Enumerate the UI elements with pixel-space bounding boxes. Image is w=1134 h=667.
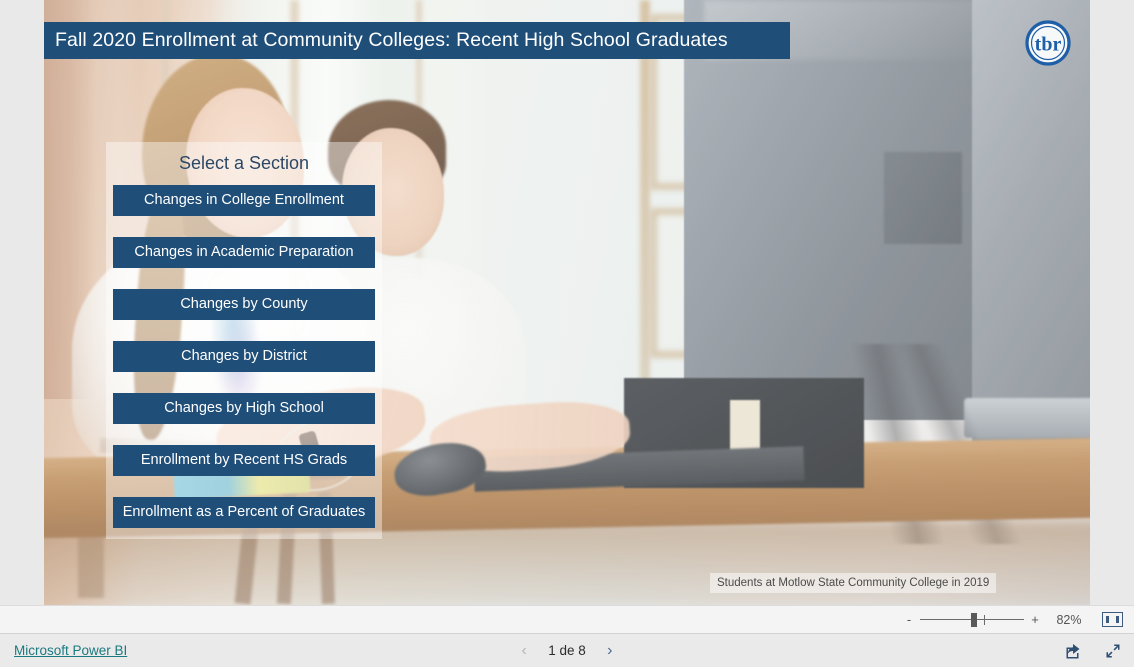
report-canvas: Fall 2020 Enrollment at Community Colleg… xyxy=(44,0,1090,605)
section-button-changes-by-district[interactable]: Changes by District xyxy=(113,341,375,372)
section-selector-panel: Select a Section Changes in College Enro… xyxy=(106,142,382,539)
section-button-changes-by-county[interactable]: Changes by County xyxy=(113,289,375,320)
zoom-out-button[interactable]: - xyxy=(902,612,916,627)
photo-caption: Students at Motlow State Community Colle… xyxy=(710,573,997,593)
power-bi-report-viewer: Fall 2020 Enrollment at Community Colleg… xyxy=(0,0,1134,667)
svg-text:tbr: tbr xyxy=(1035,34,1062,56)
tbr-logo: tbr xyxy=(1025,20,1071,66)
page-title: Fall 2020 Enrollment at Community Colleg… xyxy=(55,29,728,51)
section-button-enrollment-by-recent-hs-grads[interactable]: Enrollment by Recent HS Grads xyxy=(113,445,375,476)
chevron-left-icon[interactable]: ‹ xyxy=(516,642,532,660)
zoom-toolbar: - + 82% xyxy=(0,605,1134,633)
share-icon[interactable] xyxy=(1064,642,1082,660)
fit-to-page-icon[interactable] xyxy=(1102,612,1123,627)
zoom-slider-thumb[interactable] xyxy=(971,612,977,627)
section-menu-list: Changes in College Enrollment Changes in… xyxy=(113,185,375,528)
report-title-banner: Fall 2020 Enrollment at Community Colleg… xyxy=(44,22,790,59)
page-navigator: ‹ 1 de 8 › xyxy=(0,642,1134,660)
zoom-level-value: 82% xyxy=(1056,612,1082,627)
report-footer: Microsoft Power BI ‹ 1 de 8 › xyxy=(0,633,1134,667)
fullscreen-icon[interactable] xyxy=(1104,642,1122,660)
power-bi-brand-link[interactable]: Microsoft Power BI xyxy=(14,643,127,658)
chevron-right-icon[interactable]: › xyxy=(602,642,618,660)
page-indicator: 1 de 8 xyxy=(548,643,586,658)
zoom-slider-tick xyxy=(984,614,985,625)
footer-actions xyxy=(1064,642,1122,660)
section-button-enrollment-as-a-percent-of-graduates[interactable]: Enrollment as a Percent of Graduates xyxy=(113,497,375,528)
section-button-changes-in-academic-preparation[interactable]: Changes in Academic Preparation xyxy=(113,237,375,268)
section-button-changes-in-college-enrollment[interactable]: Changes in College Enrollment xyxy=(113,185,375,216)
zoom-slider[interactable] xyxy=(920,611,1024,629)
section-button-changes-by-high-school[interactable]: Changes by High School xyxy=(113,393,375,424)
report-viewport: Fall 2020 Enrollment at Community Colleg… xyxy=(0,0,1134,605)
zoom-in-button[interactable]: + xyxy=(1028,612,1042,627)
monitor-stand xyxy=(884,152,962,244)
section-panel-title: Select a Section xyxy=(178,153,310,173)
